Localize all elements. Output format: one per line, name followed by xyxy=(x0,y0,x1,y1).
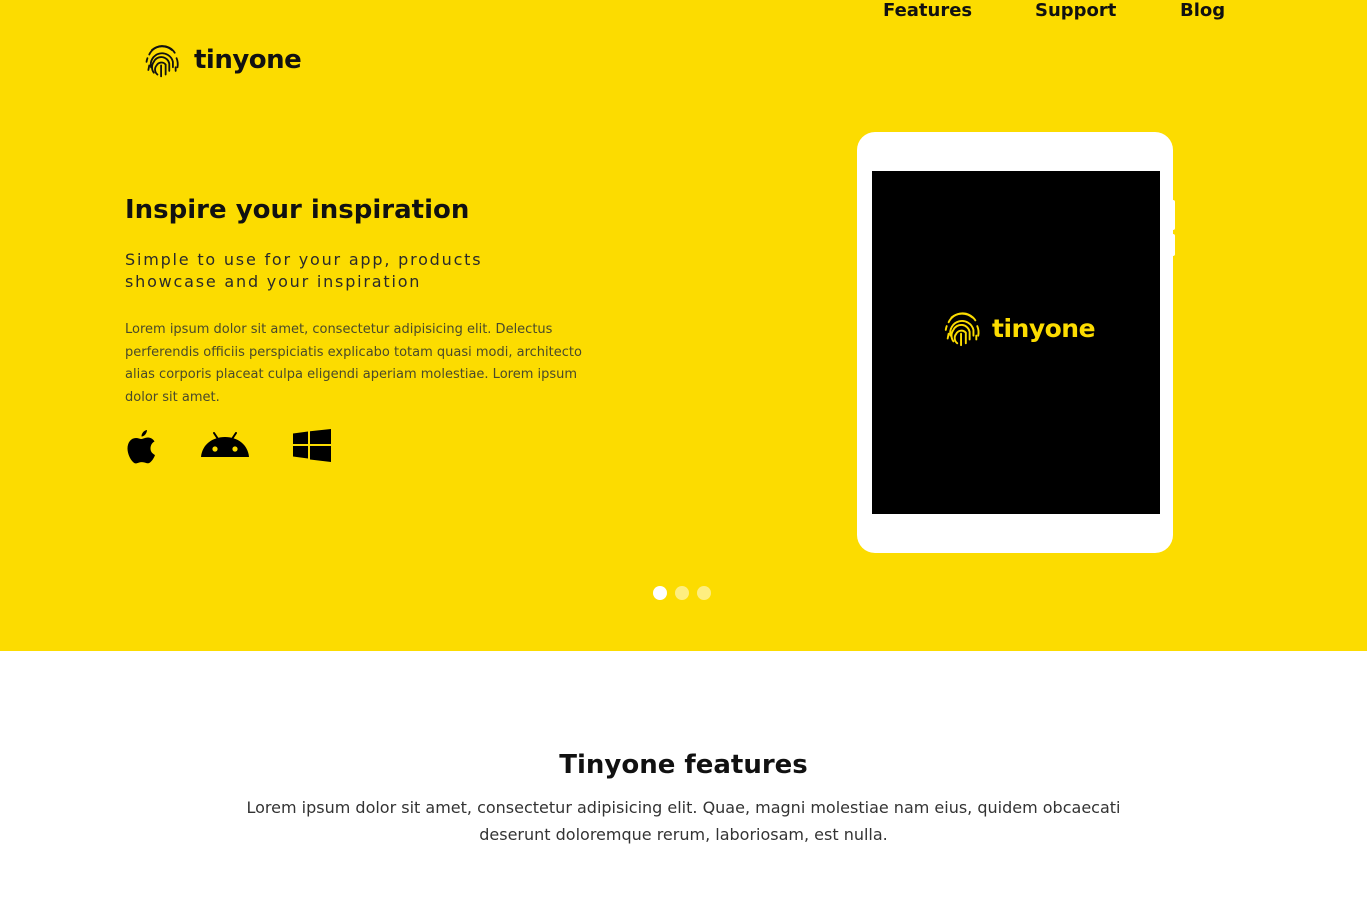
android-icon xyxy=(201,432,249,457)
fingerprint-icon xyxy=(145,45,179,78)
tablet-screen-brand: tinyone xyxy=(992,313,1096,343)
hero-section: tinyone Features Support Blog Inspire yo… xyxy=(0,0,1367,651)
apple-icon xyxy=(127,430,155,464)
windows-icon xyxy=(293,429,331,462)
brand-name: tinyone xyxy=(194,45,302,75)
carousel-dot-3[interactable] xyxy=(697,586,711,600)
windows-store-link[interactable] xyxy=(293,429,331,466)
android-store-link[interactable] xyxy=(201,431,249,463)
features-title: Tinyone features xyxy=(559,750,808,780)
nav-link-blog[interactable]: Blog xyxy=(1180,0,1225,21)
hero-subtitle: Simple to use for your app, products sho… xyxy=(125,250,483,291)
carousel-dot-2[interactable] xyxy=(675,586,689,600)
nav-link-support[interactable]: Support xyxy=(1035,0,1116,21)
carousel-dot-1[interactable] xyxy=(653,586,667,600)
apple-store-link[interactable] xyxy=(125,428,158,468)
fingerprint-icon xyxy=(944,312,980,347)
nav-link-features[interactable]: Features xyxy=(883,0,972,21)
tablet-screen-logo: tinyone xyxy=(940,307,1096,349)
brand-logo[interactable]: tinyone xyxy=(140,40,302,80)
features-description: Lorem ipsum dolor sit amet, consectetur … xyxy=(246,798,1121,844)
hero-title: Inspire your inspiration xyxy=(125,195,470,225)
tablet-side-button xyxy=(1171,200,1175,230)
hero-description: Lorem ipsum dolor sit amet, consectetur … xyxy=(125,322,582,405)
tablet-side-button xyxy=(1171,234,1175,256)
